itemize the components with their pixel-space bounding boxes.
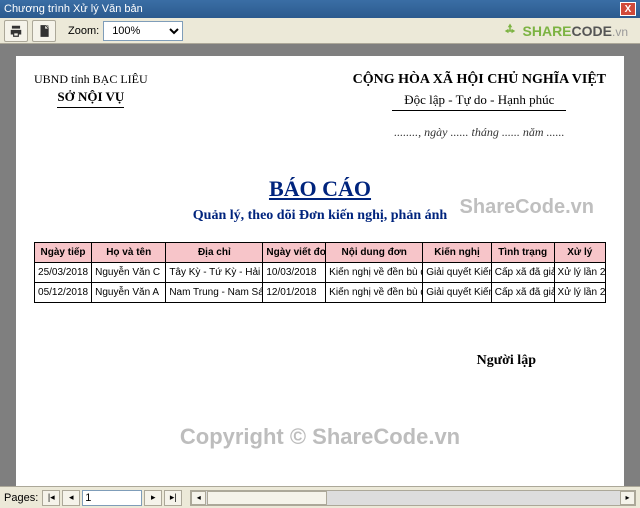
table-header: Ngày viết đơn [263, 243, 326, 263]
recycle-icon [501, 22, 519, 40]
print-button[interactable] [4, 20, 28, 42]
prev-page-button[interactable]: ◂ [62, 490, 80, 506]
watermark-text: ShareCode.vn [460, 196, 594, 219]
table-header: Kiến nghị [423, 243, 492, 263]
zoom-select[interactable]: 100% [103, 21, 183, 41]
printer-icon [9, 24, 23, 38]
page-number-input[interactable] [82, 490, 142, 506]
horizontal-scrollbar[interactable]: ◂ ▸ [190, 490, 636, 506]
table-cell: Cấp xã đã giải [491, 283, 554, 303]
first-page-button[interactable]: |◂ [42, 490, 60, 506]
scroll-left-button[interactable]: ◂ [191, 491, 206, 505]
copyright-watermark: Copyright © ShareCode.vn [16, 424, 624, 450]
doc-header-right: CỘNG HÒA XÃ HỘI CHỦ NGHĨA VIỆT Độc lập -… [353, 72, 606, 140]
statusbar: Pages: |◂ ◂ ▸ ▸| ◂ ▸ [0, 486, 640, 508]
table-cell: Giải quyết Kiến [423, 283, 492, 303]
table-cell: 25/03/2018 [35, 263, 92, 283]
table-cell: Cấp xã đã giải [491, 263, 554, 283]
table-header: Ngày tiếp [35, 243, 92, 263]
table-cell: Kiến nghị về đền bù đất [326, 263, 423, 283]
table-cell: Nguyễn Văn A [92, 283, 166, 303]
document-viewport[interactable]: UBND tỉnh BẠC LIÊU SỞ NỘI VỤ CỘNG HÒA XÃ… [0, 44, 640, 486]
next-page-button[interactable]: ▸ [144, 490, 162, 506]
app-window: Chương trình Xử lý Văn bản X Zoom: 100% … [0, 0, 640, 508]
table-header: Xử lý [554, 243, 605, 263]
table-cell: Kiến nghị về đền bù đất [326, 283, 423, 303]
table-cell: Xử lý lần 2 [554, 283, 605, 303]
data-table: Ngày tiếpHọ và tênĐịa chỉNgày viết đơnNộ… [34, 242, 606, 303]
table-row: 25/03/2018Nguyễn Văn CTây Kỳ - Tứ Kỳ - H… [35, 263, 606, 283]
signer-label: Người lập [34, 353, 606, 369]
table-header: Nội dung đơn [326, 243, 423, 263]
scroll-right-button[interactable]: ▸ [620, 491, 635, 505]
table-header: Tình trạng [491, 243, 554, 263]
table-row: 05/12/2018Nguyễn Văn ANam Trung - Nam Sá… [35, 283, 606, 303]
titlebar: Chương trình Xử lý Văn bản X [0, 0, 640, 18]
table-cell: Tây Kỳ - Tứ Kỳ - Hải [166, 263, 263, 283]
window-title: Chương trình Xử lý Văn bản [4, 3, 620, 15]
table-cell: Xử lý lần 2 [554, 263, 605, 283]
toolbar: Zoom: 100% SHARECODE.vn [0, 18, 640, 44]
page-icon [37, 24, 51, 38]
table-cell: Nam Trung - Nam Sách - [166, 283, 263, 303]
pages-label: Pages: [4, 492, 38, 504]
table-cell: 05/12/2018 [35, 283, 92, 303]
table-header: Họ và tên [92, 243, 166, 263]
table-cell: Giải quyết Kiến [423, 263, 492, 283]
zoom-label: Zoom: [68, 25, 99, 37]
table-cell: 12/01/2018 [263, 283, 326, 303]
table-header: Địa chỉ [166, 243, 263, 263]
document-page: UBND tỉnh BẠC LIÊU SỞ NỘI VỤ CỘNG HÒA XÃ… [16, 56, 624, 486]
doc-header-left: UBND tỉnh BẠC LIÊU SỞ NỘI VỤ [34, 72, 148, 108]
last-page-button[interactable]: ▸| [164, 490, 182, 506]
scrollbar-thumb[interactable] [207, 491, 327, 505]
table-cell: 10/03/2018 [263, 263, 326, 283]
sharecode-logo: SHARECODE.vn [501, 22, 636, 40]
table-cell: Nguyễn Văn C [92, 263, 166, 283]
page-setup-button[interactable] [32, 20, 56, 42]
close-button[interactable]: X [620, 2, 636, 16]
